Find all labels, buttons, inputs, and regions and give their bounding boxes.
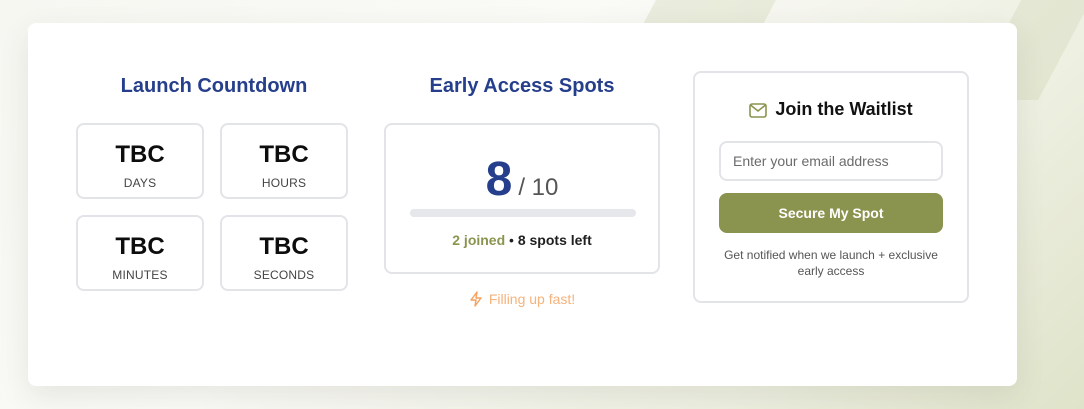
days-value: TBC	[115, 141, 165, 168]
hours-label: HOURS	[261, 176, 307, 190]
countdown-minutes-box: TBC MINUTES	[76, 215, 204, 291]
spots-status-line: 2 joined • 8 spots left	[386, 232, 658, 248]
waitlist-note: Get notified when we launch + exclusive …	[724, 248, 938, 278]
days-label: DAYS	[123, 176, 157, 190]
bullet-separator: •	[509, 232, 514, 248]
waitlist-box: Join the Waitlist Secure My Spot Get not…	[693, 71, 969, 303]
spots-available-number: 8	[485, 153, 513, 206]
minutes-label: MINUTES	[112, 268, 168, 282]
email-input[interactable]	[719, 141, 943, 181]
countdown-hours-box: TBC HOURS	[220, 123, 348, 199]
filling-up-notice: Filling up fast!	[384, 291, 660, 307]
waitlist-heading: Join the Waitlist	[695, 99, 967, 120]
spots-progress-fill	[410, 209, 456, 217]
spots-title: Early Access Spots	[429, 75, 615, 97]
countdown-seconds-box: TBC SECONDS	[220, 215, 348, 291]
mail-icon	[749, 103, 768, 118]
lightning-icon	[470, 291, 482, 307]
spots-box: 8/ 10 2 joined • 8 spots left	[384, 123, 660, 274]
hours-value: TBC	[259, 141, 309, 168]
filling-up-text: Filling up fast!	[488, 291, 576, 307]
waitlist-title: Join the Waitlist	[775, 99, 913, 119]
spots-total: / 10	[518, 174, 559, 201]
countdown-title: Launch Countdown	[120, 75, 308, 97]
joined-count: 2 joined	[452, 232, 506, 248]
spots-left-count: 8 spots left	[517, 232, 592, 248]
secure-spot-button[interactable]: Secure My Spot	[719, 193, 943, 233]
minutes-value: TBC	[115, 233, 165, 260]
countdown-days-box: TBC DAYS	[76, 123, 204, 199]
seconds-label: SECONDS	[253, 268, 315, 282]
seconds-value: TBC	[259, 233, 309, 260]
spots-counter: 8/ 10	[386, 152, 658, 207]
launch-card: Launch Countdown TBC DAYS TBC HOURS TBC …	[28, 23, 1017, 386]
spots-progress-bar	[410, 209, 636, 217]
